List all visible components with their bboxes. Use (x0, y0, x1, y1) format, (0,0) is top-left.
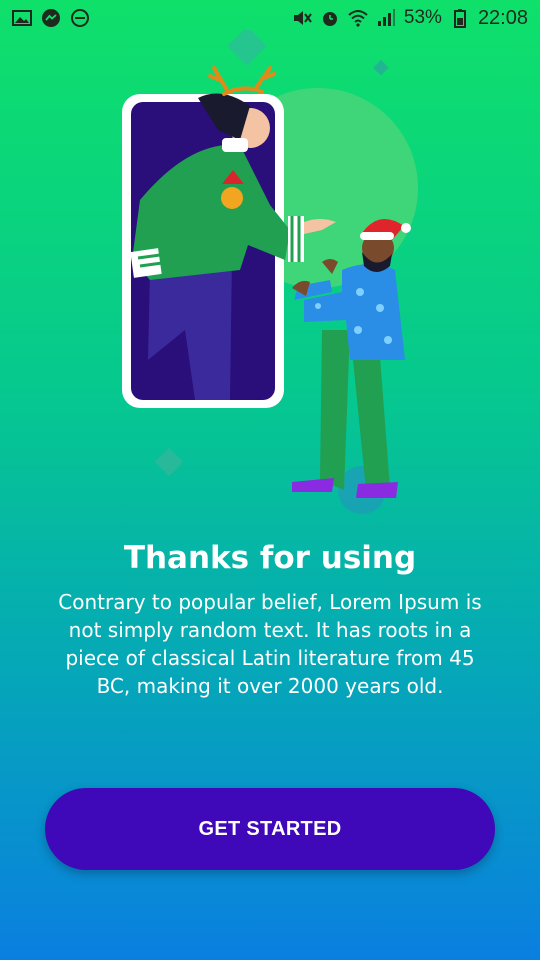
gallery-icon (12, 10, 32, 26)
do-not-disturb-icon (71, 9, 89, 27)
sweater-cuff-right (288, 216, 304, 262)
alarm-icon (322, 12, 337, 26)
decor-diamond-large (227, 30, 267, 66)
decor-diamond-small (373, 59, 389, 76)
onboarding-illustration (122, 30, 418, 514)
onboarding-title: Thanks for using (123, 540, 417, 576)
onboarding-description: Contrary to popular belief, Lorem Ipsum … (58, 590, 482, 698)
mute-icon (293, 11, 312, 25)
man-shoe-right (356, 482, 398, 498)
battery-icon (453, 9, 466, 28)
signal-icon (377, 9, 395, 26)
reindeer-patch (221, 187, 243, 209)
decor-diamond-bottom (154, 447, 184, 477)
reindeer-antlers (208, 66, 276, 96)
messenger-icon (42, 9, 60, 27)
wifi-icon (348, 10, 368, 27)
clock: 22:08 (477, 6, 528, 29)
status-right-icons: 53% 22:08 (292, 7, 528, 30)
battery-percent: 53% (403, 7, 442, 28)
status-left-icons (12, 8, 90, 28)
man-shoe-left (292, 478, 334, 492)
get-started-button[interactable]: GET STARTED (45, 788, 495, 870)
